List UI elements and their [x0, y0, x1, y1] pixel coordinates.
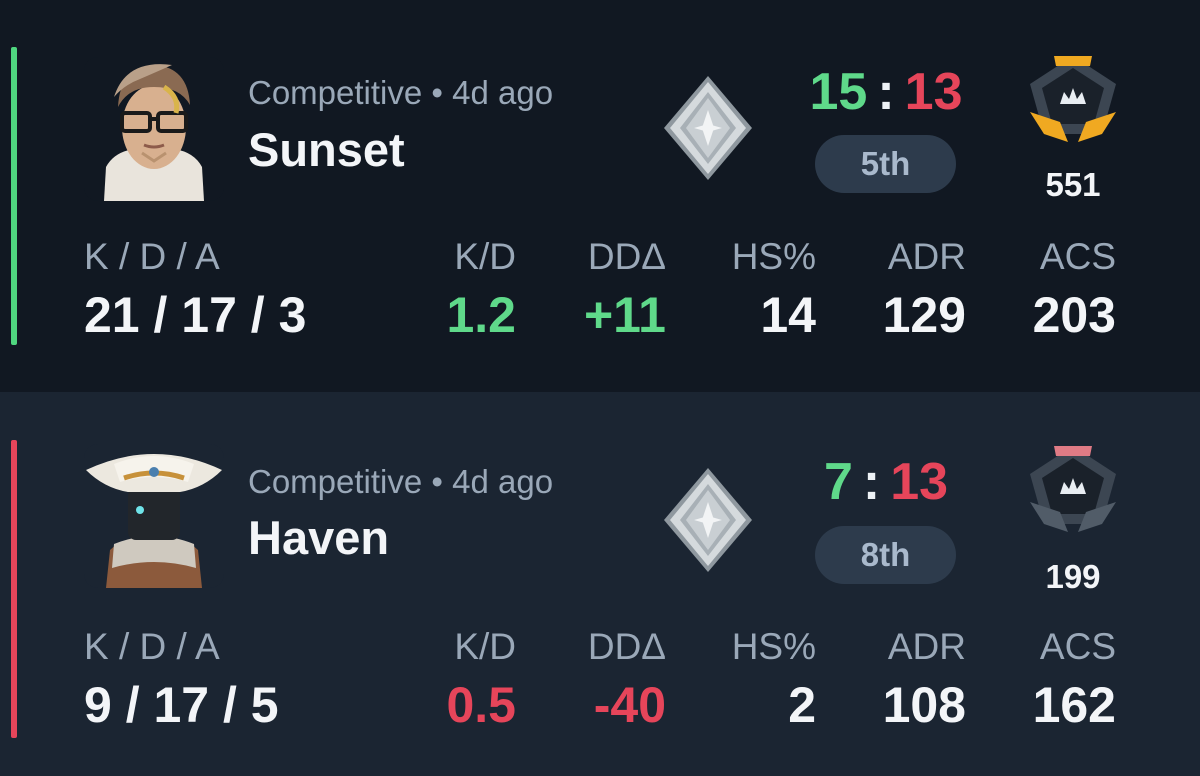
game-mode: Competitive: [248, 463, 423, 500]
tier-emblem-red-icon: [1024, 442, 1122, 534]
dd-delta-label: DDΔ: [587, 236, 666, 277]
score-separator: :: [877, 63, 895, 121]
placement-badge: 8th: [815, 526, 956, 584]
time-ago: 4d ago: [452, 463, 554, 500]
kda-value: 21 / 17 / 3: [84, 287, 307, 343]
game-mode: Competitive: [248, 74, 423, 111]
map-name: Sunset: [248, 123, 405, 176]
match-card[interactable]: Competitive • 4d ago Sunset 15:13 5th 55…: [0, 0, 1200, 390]
acs-value: 203: [1032, 287, 1116, 343]
kd-label: K/D: [454, 626, 516, 667]
match-meta: Competitive • 4d ago: [248, 74, 553, 112]
match-score: 7:13: [776, 452, 996, 512]
enemy-score: 13: [904, 63, 963, 121]
kda-label: K / D / A: [84, 626, 220, 667]
rank-rating: 551: [1045, 166, 1101, 203]
tier-emblem-gold-icon: [1024, 52, 1122, 144]
kda-label: K / D / A: [84, 236, 220, 277]
team-score: 15: [809, 63, 868, 121]
hs-percent-label: HS%: [731, 626, 816, 667]
silver-rank-icon: [660, 72, 756, 184]
result-stripe: [11, 47, 17, 345]
match-card[interactable]: Competitive • 4d ago Haven 7:13 8th 199 …: [0, 392, 1200, 776]
acs-label: ACS: [1039, 626, 1116, 667]
team-score: 7: [823, 453, 853, 511]
kd-value: 1.2: [446, 287, 516, 343]
time-ago: 4d ago: [452, 74, 554, 111]
acs-label: ACS: [1039, 236, 1116, 277]
match-score: 15:13: [776, 62, 996, 122]
result-stripe: [11, 440, 17, 738]
placement-badge: 5th: [815, 135, 956, 193]
rank-rating: 199: [1045, 558, 1101, 595]
match-meta: Competitive • 4d ago: [248, 463, 553, 501]
kd-label: K/D: [454, 236, 516, 277]
agent-portrait-icon: [84, 444, 224, 588]
kda-value: 9 / 17 / 5: [84, 677, 279, 733]
agent-portrait-icon: [84, 57, 224, 201]
adr-label: ADR: [887, 626, 966, 667]
score-separator: :: [862, 453, 881, 511]
map-name: Haven: [248, 511, 390, 564]
hs-percent-label: HS%: [731, 236, 816, 277]
enemy-score: 13: [890, 453, 949, 511]
adr-value: 129: [882, 287, 966, 343]
acs-value: 162: [1032, 677, 1116, 733]
dd-delta-label: DDΔ: [587, 626, 666, 667]
meta-separator: •: [431, 74, 443, 111]
silver-rank-icon: [660, 464, 756, 576]
match-history-list: Competitive • 4d ago Sunset 15:13 5th 55…: [0, 0, 1200, 776]
hs-percent-value: 14: [760, 287, 816, 343]
dd-delta-value: -40: [593, 677, 666, 733]
hs-percent-value: 2: [788, 677, 816, 733]
adr-value: 108: [882, 677, 966, 733]
adr-label: ADR: [887, 236, 966, 277]
kd-value: 0.5: [446, 677, 516, 733]
meta-separator: •: [431, 463, 443, 500]
dd-delta-value: +11: [583, 287, 666, 343]
